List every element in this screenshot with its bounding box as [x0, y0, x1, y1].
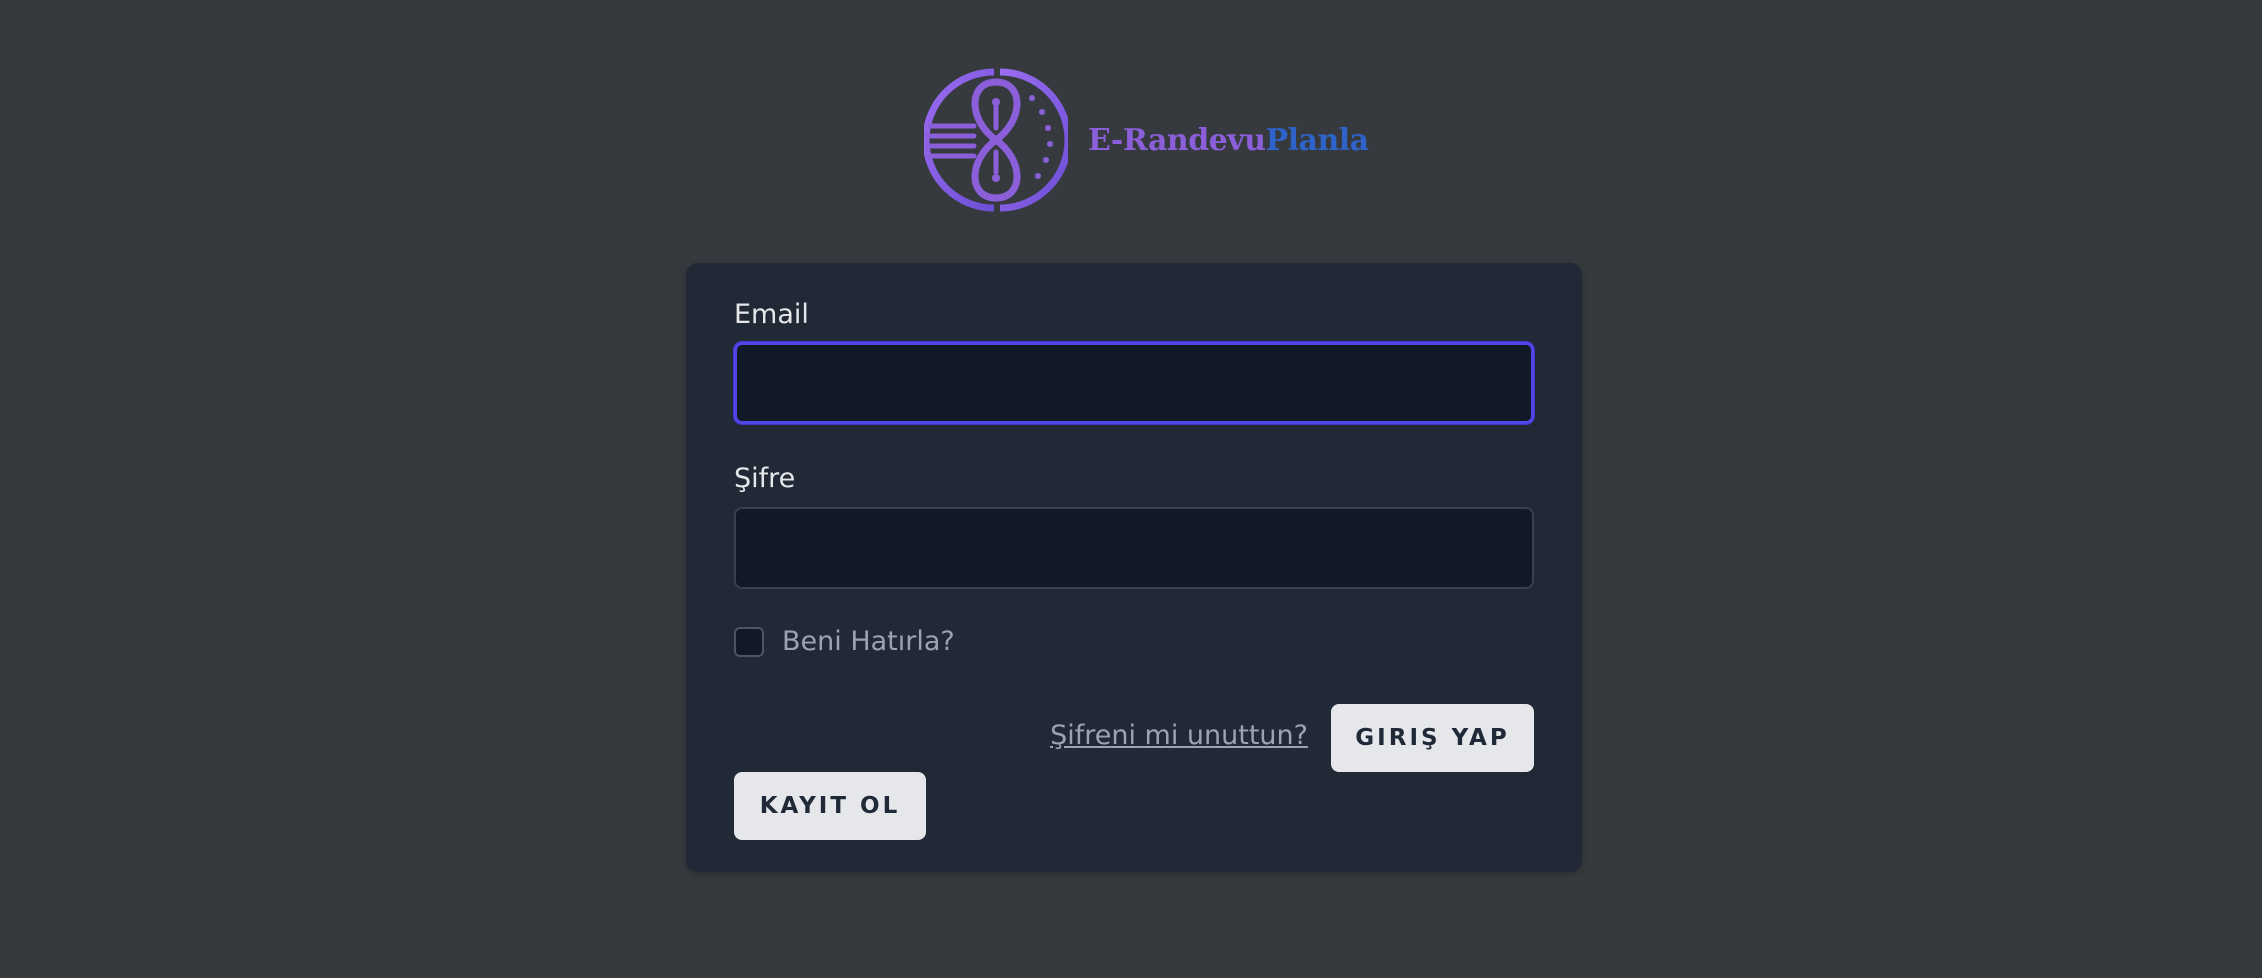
brand-name: E-RandevuPlanla: [1088, 123, 1369, 158]
remember-me-label: Beni Hatırla?: [782, 626, 955, 657]
email-field[interactable]: [734, 342, 1534, 424]
password-field[interactable]: [734, 507, 1534, 589]
brand-name-part1: E-Randevu: [1088, 122, 1266, 158]
forgot-password-link[interactable]: Şifreni mi unuttun?: [1050, 720, 1308, 751]
email-label: Email: [734, 299, 809, 330]
password-label: Şifre: [734, 463, 796, 494]
register-button[interactable]: KAYIT OL: [734, 772, 926, 840]
remember-me[interactable]: Beni Hatırla?: [734, 626, 955, 657]
brand-name-part2: Planla: [1265, 122, 1370, 158]
login-button[interactable]: GIRIŞ YAP: [1331, 704, 1534, 772]
remember-me-checkbox[interactable]: [734, 626, 764, 657]
brand-logo[interactable]: E-RandevuPlanla: [924, 68, 1369, 212]
login-card: Email Şifre Beni Hatırla? Şifreni mi unu…: [686, 263, 1582, 872]
login-page: E-RandevuPlanla Email Şifre Beni Hatırla…: [0, 0, 2262, 978]
infinity-clock-icon: [924, 68, 1068, 212]
